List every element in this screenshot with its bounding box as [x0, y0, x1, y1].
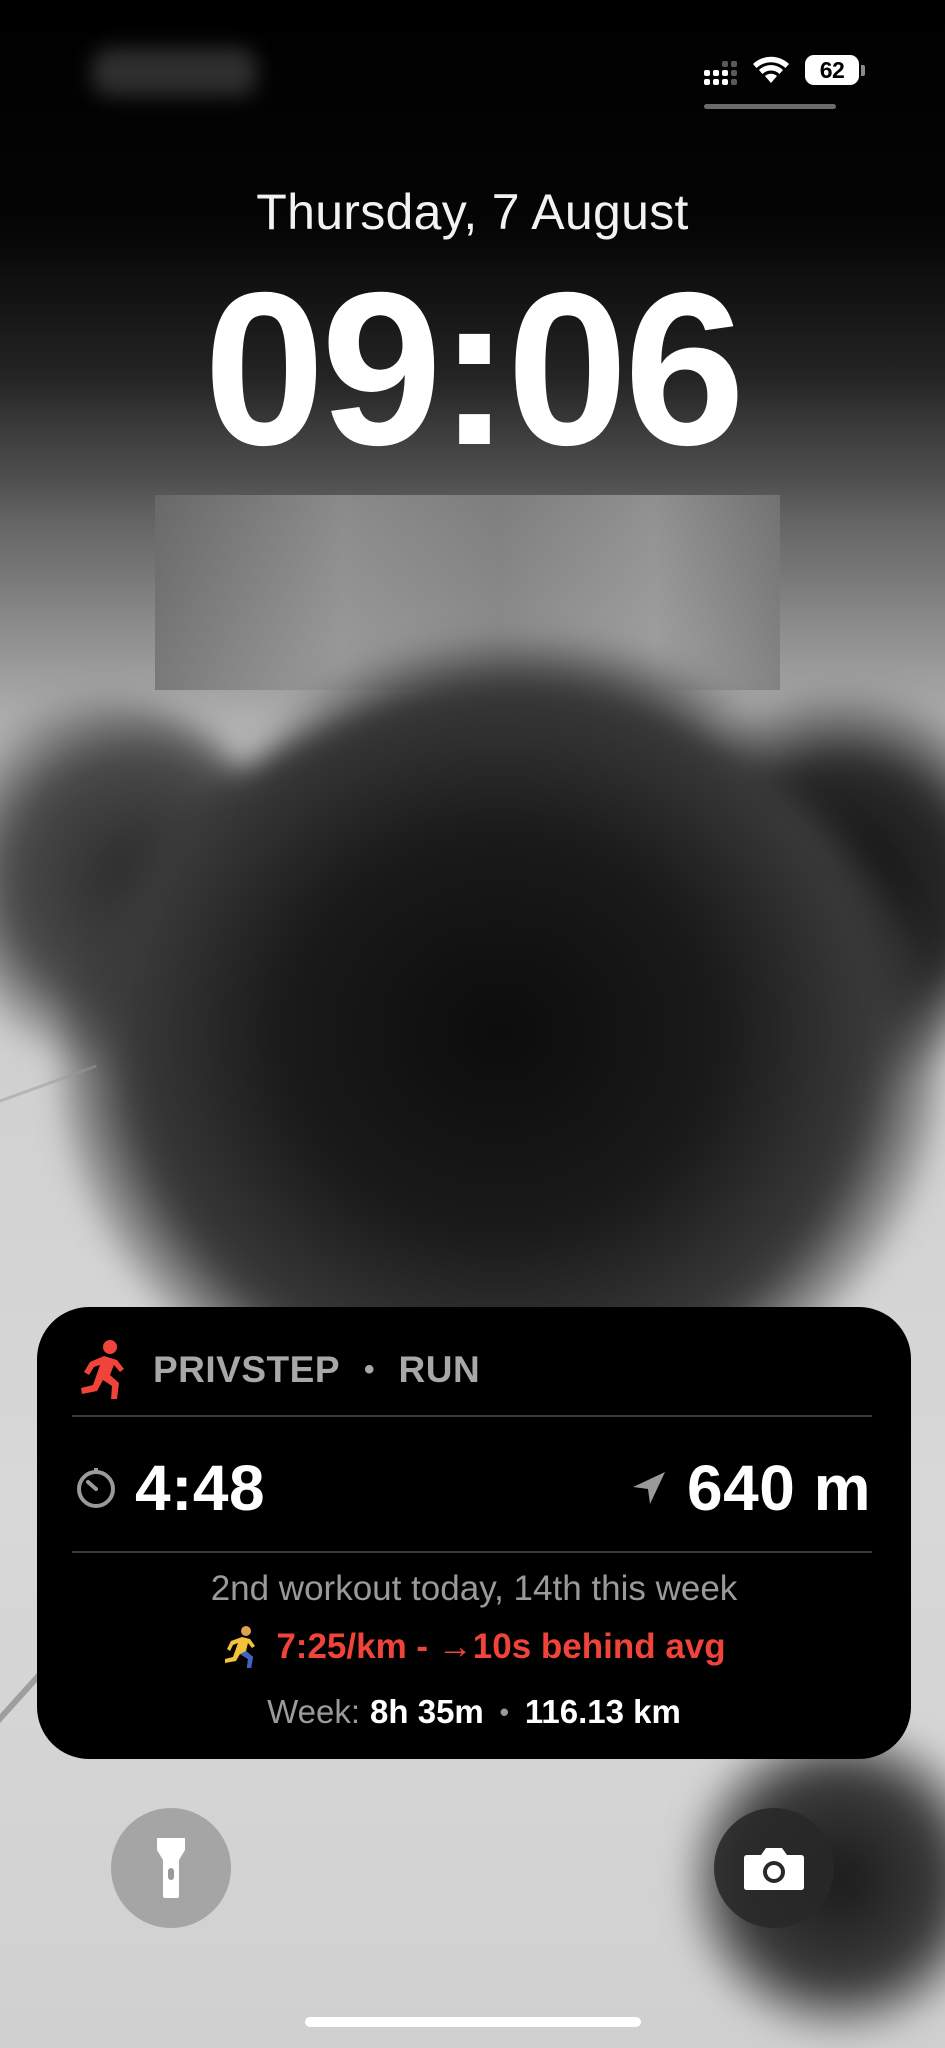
lock-screen-time[interactable]: 09:06 — [0, 250, 945, 490]
workout-summary: 2nd workout today, 14th this week — [210, 1569, 738, 1608]
week-time: 8h 35m — [370, 1693, 484, 1730]
elapsed-time: 4:48 — [135, 1452, 266, 1524]
distance: 640 m — [687, 1452, 871, 1524]
runner-icon — [81, 1340, 124, 1399]
battery-level: 62 — [805, 55, 859, 85]
battery-icon: 62 — [805, 55, 865, 85]
pace-comparison: 7:25/km - →10s behind avg — [276, 1627, 726, 1666]
week-totals: Week: 8h 35m • 116.13 km — [37, 1693, 911, 1731]
flashlight-icon — [157, 1838, 185, 1898]
home-indicator[interactable] — [305, 2017, 641, 2027]
wifi-icon — [753, 56, 789, 83]
app-name: PRIVSTEP — [153, 1349, 340, 1390]
header-divider — [72, 1415, 872, 1417]
week-label: Week: — [267, 1693, 361, 1730]
pace-line: 7:25/km - →10s behind avg — [37, 1625, 911, 1669]
carrier-blurred — [92, 48, 257, 96]
cellular-signal-icon — [704, 55, 737, 85]
distance-group: 640 m — [629, 1451, 871, 1525]
timer-icon — [77, 1468, 115, 1508]
status-bar: 62 — [704, 54, 865, 86]
camera-icon — [744, 1848, 804, 1890]
metrics-divider — [72, 1551, 872, 1553]
status-indicator-bar — [704, 104, 836, 109]
lock-screen-date: Thursday, 7 August — [256, 184, 689, 240]
week-separator: • — [499, 1696, 509, 1727]
location-arrow-icon — [633, 1472, 666, 1504]
live-activity-card[interactable]: PRIVSTEP • RUN 4:48 640 m 2nd workout to… — [37, 1307, 911, 1759]
flashlight-button[interactable] — [111, 1808, 231, 1928]
week-distance: 116.13 km — [524, 1693, 681, 1730]
lock-screen: 62 Thursday, 7 August 09:06 PRIVSTEP • R… — [0, 0, 945, 2048]
header-separator: • — [364, 1353, 375, 1386]
camera-button[interactable] — [714, 1808, 834, 1928]
live-activity-header: PRIVSTEP • RUN — [77, 1335, 480, 1405]
elapsed-time-group: 4:48 — [75, 1451, 265, 1525]
activity-type: RUN — [398, 1349, 481, 1390]
runner-emoji-icon — [225, 1626, 256, 1668]
